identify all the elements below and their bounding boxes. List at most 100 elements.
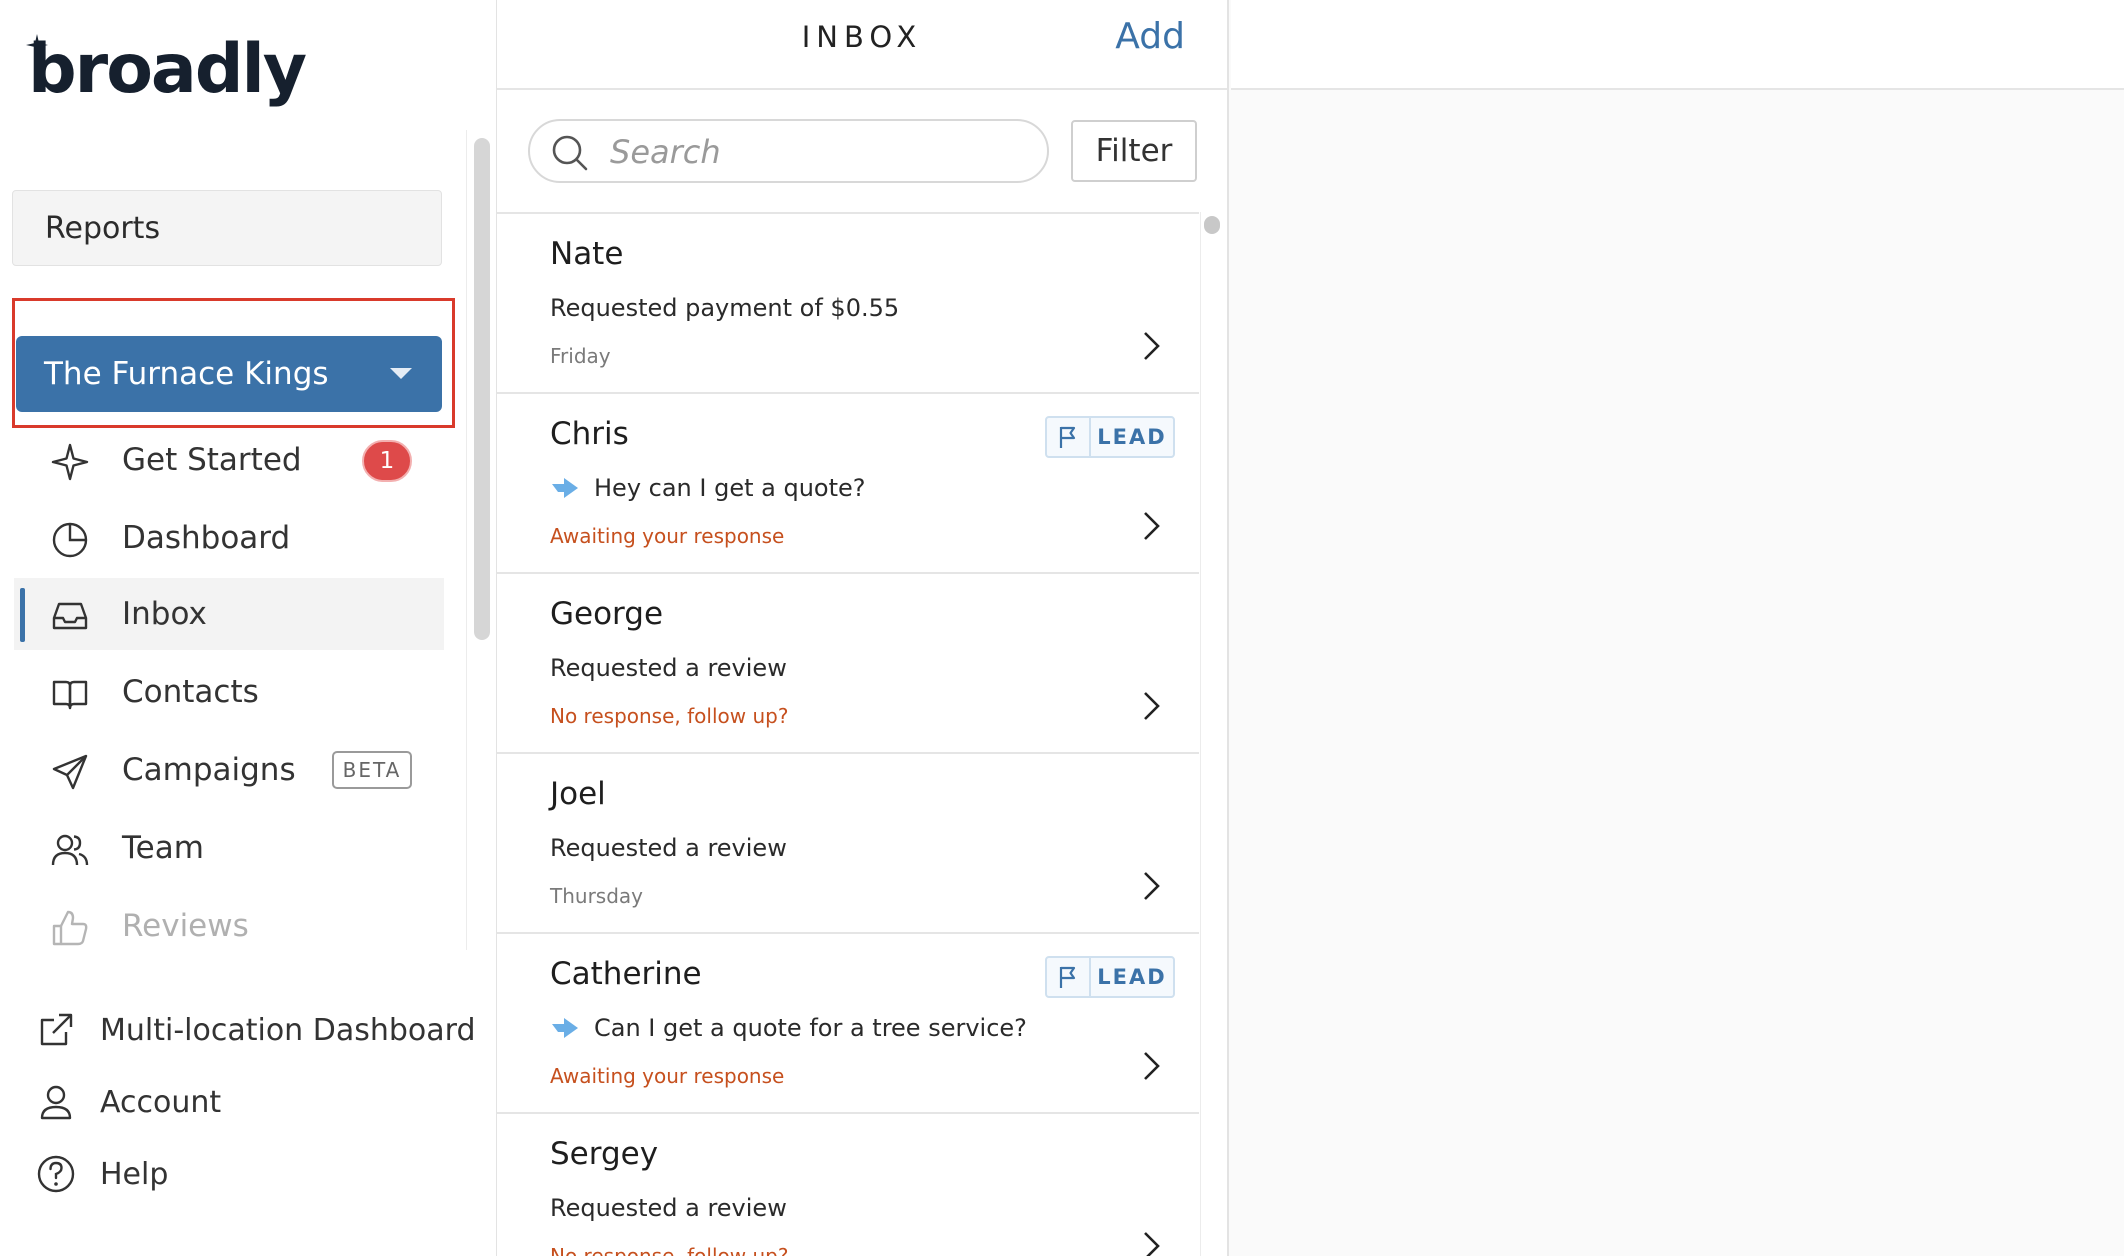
flag-icon [1047,418,1091,456]
conversation-item[interactable]: Chris LEAD Hey can I get a quote? Awaiti… [497,394,1199,574]
conversation-status: Friday [550,344,611,368]
reply-arrow-icon [552,1018,578,1038]
contact-name: Sergey [550,1136,659,1172]
contact-name: Joel [550,776,606,812]
conversation-item[interactable]: Nate Requested payment of $0.55 Friday [497,214,1199,394]
add-button[interactable]: Add [1115,16,1185,57]
nav-item-reviews[interactable]: Reviews [14,890,444,962]
reports-button[interactable]: Reports [12,190,442,266]
nav-label: Reviews [122,908,249,944]
multi-location-dashboard-link[interactable]: Multi-location Dashboard [0,998,480,1062]
nav-label: Inbox [122,596,207,632]
contact-name: Catherine [550,956,702,992]
message-preview: Requested payment of $0.55 [550,294,899,322]
message-preview: Requested a review [550,1194,787,1222]
user-icon [40,1085,72,1120]
logo-spark-icon [26,34,48,56]
help-link[interactable]: Help [0,1142,480,1206]
conversation-status: Thursday [550,884,643,908]
reply-arrow-icon [552,478,578,498]
book-icon [52,680,88,710]
flag-icon [1047,958,1091,996]
chevron-right-icon [1144,512,1160,540]
account-link[interactable]: Account [0,1070,480,1134]
chevron-right-icon [1144,1052,1160,1080]
nav-label: Contacts [122,674,259,710]
caret-down-icon [390,368,412,379]
nav-item-dashboard[interactable]: Dashboard [14,502,444,574]
chevron-right-icon [1144,1232,1160,1256]
lead-tag[interactable]: LEAD [1045,416,1175,458]
contact-name: Nate [550,236,624,272]
inbox-header: INBOX Add [497,0,1227,90]
footer-label: Help [100,1156,169,1192]
lead-label: LEAD [1097,965,1167,989]
external-link-icon [40,1013,73,1046]
conversation-item[interactable]: Catherine LEAD Can I get a quote for a t… [497,934,1199,1114]
message-preview: Can I get a quote for a tree service? [550,1014,1027,1042]
message-text: Hey can I get a quote? [594,474,866,502]
list-scroll-track [1200,212,1201,1256]
beta-tag: BETA [332,751,412,789]
message-text: Requested payment of $0.55 [550,294,900,322]
paper-plane-icon [52,754,88,790]
nav-item-team[interactable]: Team [14,812,444,884]
lead-label: LEAD [1097,425,1167,449]
conversation-list: Nate Requested payment of $0.55 Friday C… [497,212,1199,1256]
nav-item-campaigns[interactable]: Campaigns BETA [14,734,444,806]
conversation-item[interactable]: Joel Requested a review Thursday [497,754,1199,934]
location-name: The Furnace Kings [44,356,329,392]
nav-label: Team [122,830,204,866]
sparkle-icon [51,443,89,481]
contact-name: Chris [550,416,629,452]
conversation-item[interactable]: George Requested a review No response, f… [497,574,1199,754]
notification-badge: 1 [362,440,412,482]
logo-text: broadly [28,30,307,109]
conversation-detail-pane [1231,0,2124,1256]
location-selector[interactable]: The Furnace Kings [16,336,442,412]
reports-label: Reports [45,210,161,246]
list-scrollbar[interactable] [1204,216,1220,234]
filter-label: Filter [1095,133,1173,169]
pie-chart-icon [52,522,88,558]
search-icon [552,135,588,171]
chevron-right-icon [1144,332,1160,360]
footer-label: Account [100,1084,222,1120]
nav-item-get-started[interactable]: Get Started 1 [14,424,444,496]
sidebar-scroll-track [466,130,467,950]
chevron-right-icon [1144,692,1160,720]
broadly-logo[interactable]: broadly [26,30,307,110]
inbox-panel: INBOX Add Filter Nate Requested payment … [497,0,1229,1256]
nav-label: Get Started [122,442,302,478]
nav-item-inbox[interactable]: Inbox [14,578,444,650]
conversation-status: No response, follow up? [550,1244,789,1256]
filter-button[interactable]: Filter [1071,120,1197,182]
lead-tag[interactable]: LEAD [1045,956,1175,998]
conversation-item[interactable]: Sergey Requested a review No response, f… [497,1114,1199,1256]
message-preview: Hey can I get a quote? [550,474,866,502]
message-text: Requested a review [550,654,787,682]
message-text: Can I get a quote for a tree service? [594,1014,1027,1042]
contact-name: George [550,596,664,632]
footer-label: Multi-location Dashboard [100,1012,476,1048]
message-preview: Requested a review [550,654,787,682]
nav-label: Campaigns [122,752,296,788]
nav-item-contacts[interactable]: Contacts [14,656,444,728]
sidebar-scrollbar[interactable] [474,138,490,640]
thumbs-up-icon [52,910,88,946]
message-preview: Requested a review [550,834,787,862]
inbox-tray-icon [52,602,88,630]
search-box[interactable] [528,119,1049,183]
conversation-status: Awaiting your response [550,524,785,548]
people-icon [51,834,89,866]
search-input[interactable] [610,129,1030,175]
sidebar: broadly Reports The Furnace Kings Get St… [0,0,497,1256]
detail-header [1231,0,2124,90]
message-text: Requested a review [550,834,787,862]
conversation-status: Awaiting your response [550,1064,785,1088]
message-text: Requested a review [550,1194,787,1222]
chevron-right-icon [1144,872,1160,900]
conversation-status: No response, follow up? [550,704,789,728]
nav-label: Dashboard [122,520,291,556]
help-circle-icon [37,1155,75,1193]
